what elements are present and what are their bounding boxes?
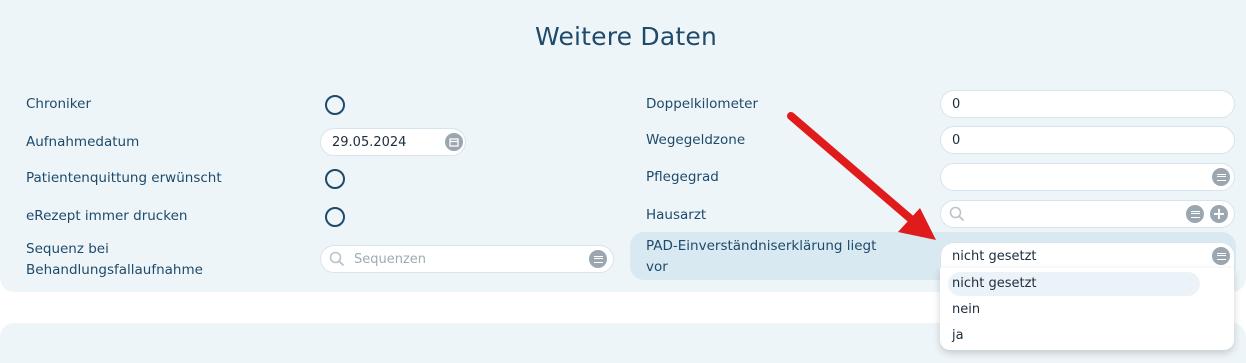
arrow-annotation <box>787 112 936 240</box>
